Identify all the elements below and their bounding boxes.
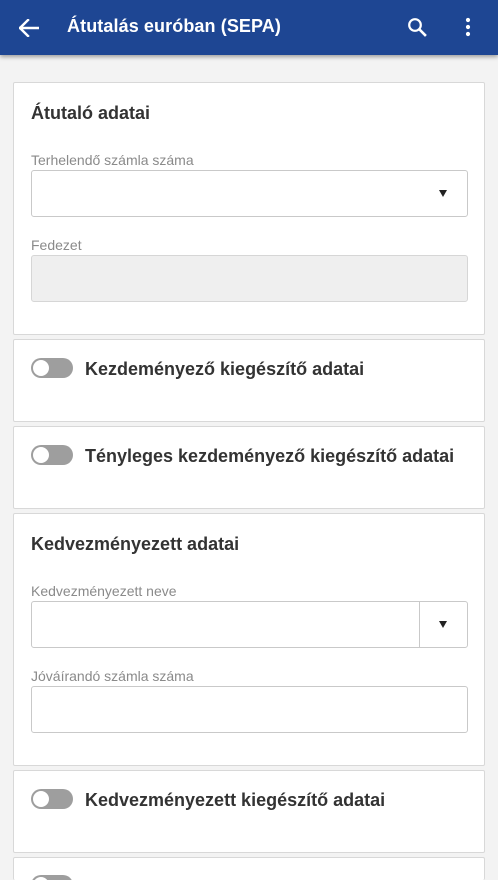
credit-account-label: Jóváírandó számla száma [31, 668, 194, 684]
sender-details-card: Átutaló adatai Terhelendő számla száma F… [13, 82, 485, 335]
more-options-button[interactable] [456, 14, 480, 40]
back-button[interactable] [15, 14, 43, 42]
next-card-toggle[interactable] [31, 875, 73, 880]
toggle-knob [33, 360, 49, 376]
initiator-extra-card: Kezdeményező kiegészítő adatai [13, 339, 485, 422]
initiator-extra-toggle[interactable] [31, 358, 73, 378]
next-card-partial [13, 857, 485, 880]
app-bar: Átutalás euróban (SEPA) [0, 0, 498, 55]
actual-initiator-extra-card: Tényleges kezdeményező kiegészítő adatai [13, 426, 485, 509]
debit-account-select[interactable] [31, 170, 468, 217]
beneficiary-extra-label: Kedvezményezett kiegészítő adatai [85, 790, 386, 810]
credit-account-input[interactable] [31, 686, 468, 733]
coverage-field [31, 255, 468, 302]
chevron-down-icon[interactable] [439, 621, 447, 628]
beneficiary-name-label: Kedvezményezett neve [31, 583, 177, 599]
beneficiary-card-title: Kedvezményezett adatai [31, 534, 240, 554]
page-title: Átutalás euróban (SEPA) [67, 16, 281, 36]
sender-card-title: Átutaló adatai [31, 103, 151, 123]
toggle-knob [33, 447, 49, 463]
toggle-knob [33, 791, 49, 807]
initiator-extra-label: Kezdeményező kiegészítő adatai [85, 359, 365, 379]
beneficiary-details-card: Kedvezményezett adatai Kedvezményezett n… [13, 513, 485, 766]
debit-account-label: Terhelendő számla száma [31, 152, 194, 168]
chevron-down-icon [439, 190, 447, 197]
combobox-divider [419, 602, 420, 647]
search-button[interactable] [404, 14, 430, 40]
beneficiary-extra-card: Kedvezményezett kiegészítő adatai [13, 770, 485, 853]
beneficiary-name-combobox[interactable] [31, 601, 468, 648]
actual-initiator-extra-toggle[interactable] [31, 445, 73, 465]
actual-initiator-extra-label: Tényleges kezdeményező kiegészítő adatai [85, 446, 455, 466]
beneficiary-extra-toggle[interactable] [31, 789, 73, 809]
coverage-label: Fedezet [31, 237, 82, 253]
search-icon [408, 18, 427, 37]
arrow-left-icon [19, 19, 39, 37]
more-vert-icon [465, 17, 471, 37]
